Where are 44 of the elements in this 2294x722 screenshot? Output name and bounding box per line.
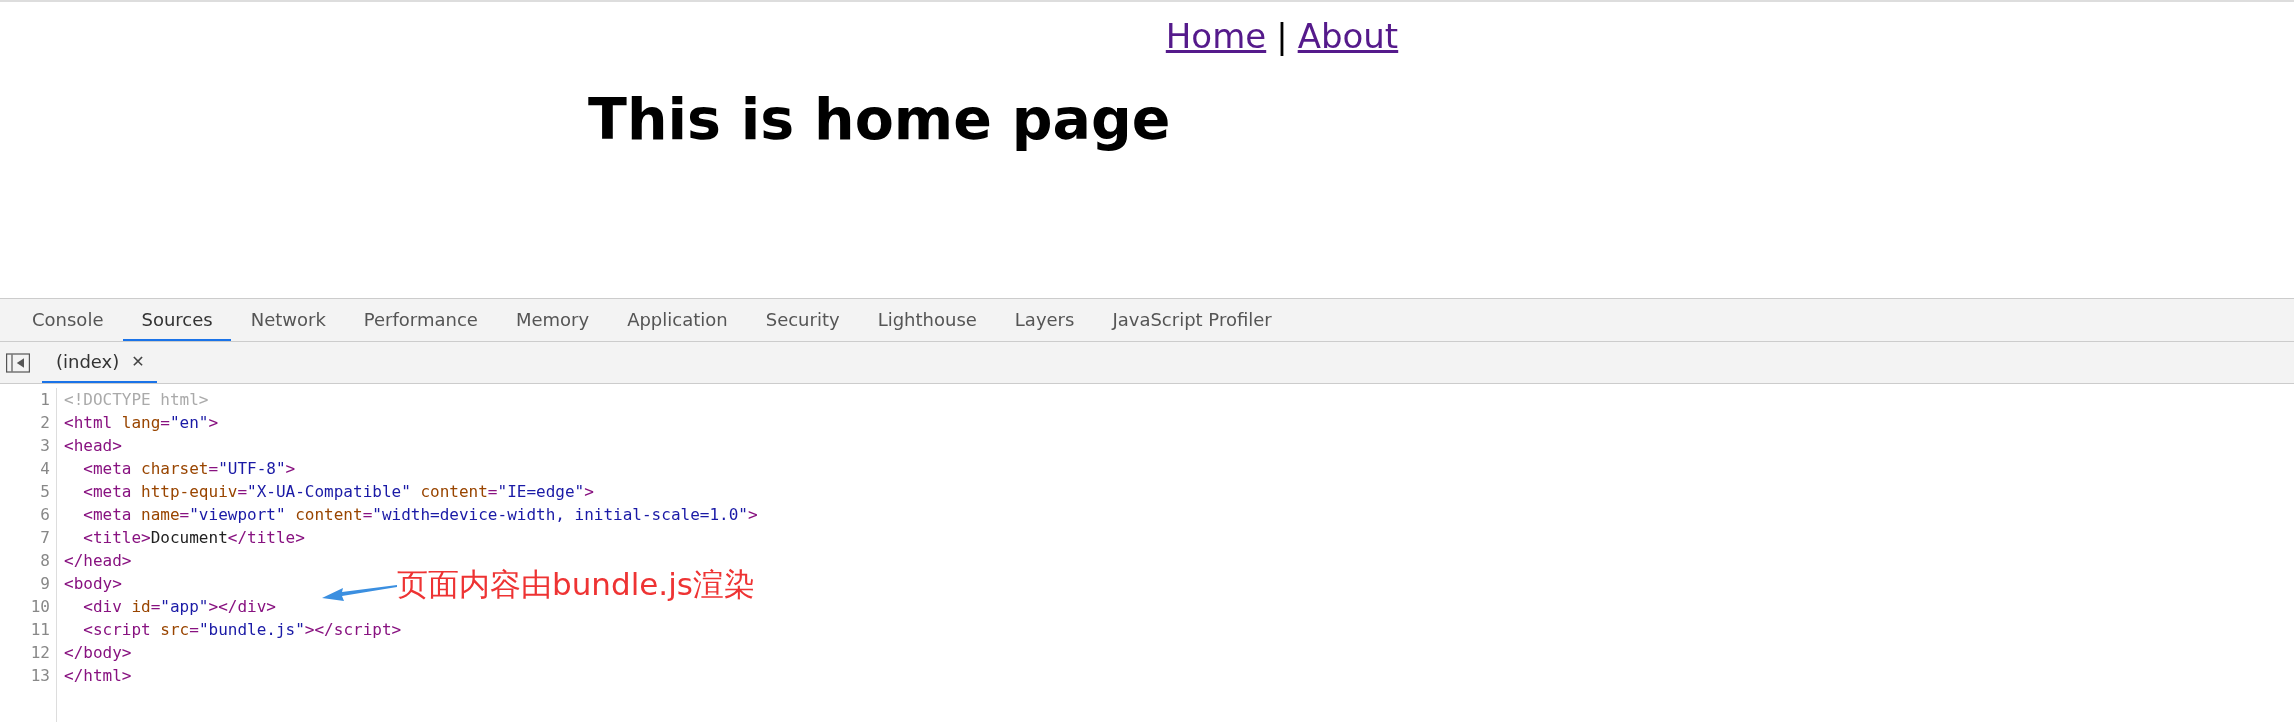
line-number: 10 [29,596,50,618]
devtools-tab[interactable]: Console [14,299,122,341]
line-number: 6 [39,504,50,526]
line-number: 11 [29,619,50,641]
devtools-tab[interactable]: Lighthouse [859,299,995,341]
line-number: 13 [29,665,50,687]
code-line: </body> [64,642,132,664]
code-line: <title>Document</title> [82,527,305,549]
code-line: <meta name="viewport" content="width=device-width, initial-scale=1.0"> [82,504,758,526]
line-number: 2 [39,412,50,434]
devtools-tab[interactable]: Performance [345,299,496,341]
line-number: 9 [39,573,50,595]
nav-link[interactable]: Home [1165,16,1267,56]
close-icon[interactable]: ✕ [131,352,145,371]
code-line: </head> [64,550,132,572]
code-line: <head> [64,435,122,457]
line-number: 12 [29,642,50,664]
devtools-tab[interactable]: Layers [996,299,1093,341]
file-tab-label: (index) [56,351,120,372]
code-line: <div id="app"></div> [82,596,276,618]
devtools-tab[interactable]: Network [232,299,344,341]
sidebar-toggle-icon[interactable] [6,352,30,373]
code-line: <!DOCTYPE html> [64,389,209,411]
page-heading: This is home page [588,86,1171,152]
file-tab[interactable]: (index) ✕ [42,342,157,383]
code-line: <script src="bundle.js"></script> [82,619,402,641]
code-line: <html lang="en"> [64,412,219,434]
devtools-tab[interactable]: JavaScript Profiler [1094,299,1290,341]
line-number: 4 [39,458,50,480]
devtools-tab[interactable]: Application [609,299,746,341]
code-line: </html> [64,665,132,687]
annotation-text: 页面内容由bundle.js渲染 [397,565,755,604]
nav-separator: | [1276,16,1288,56]
code-line: <meta charset="UTF-8"> [82,458,296,480]
line-number: 5 [39,481,50,503]
line-number: 3 [39,435,50,457]
line-number: 8 [39,550,50,572]
code-line: <body> [64,573,122,595]
devtools-tab[interactable]: Security [747,299,858,341]
nav-link[interactable]: About [1297,16,1399,56]
line-number: 1 [39,389,50,411]
code-line: <meta http-equiv="X-UA-Compatible" content="IE=edge"> [82,481,594,503]
line-number: 7 [39,527,50,549]
devtools-tab[interactable]: Memory [497,299,608,341]
